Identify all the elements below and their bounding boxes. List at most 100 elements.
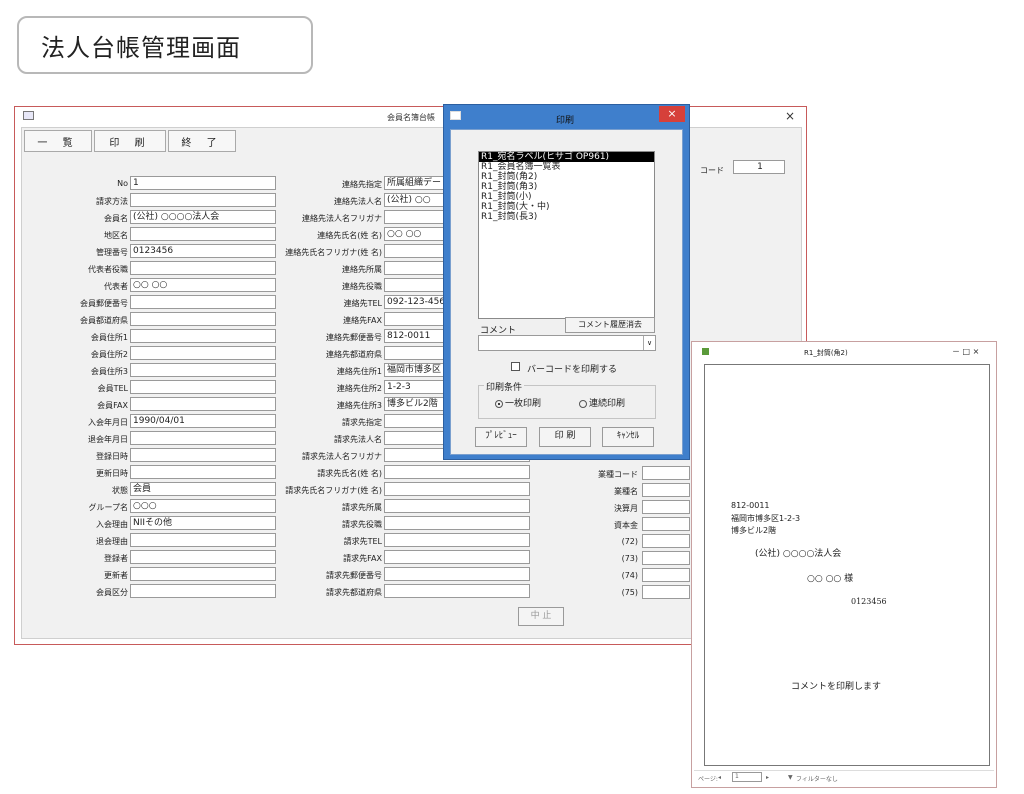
left-field-label: 代表者役職 xyxy=(88,265,128,274)
mid-field-input[interactable] xyxy=(384,567,530,581)
chevron-down-icon[interactable]: ∨ xyxy=(643,336,655,350)
left-field-input[interactable] xyxy=(130,584,276,598)
left-field-input[interactable] xyxy=(130,363,276,377)
left-field-input[interactable] xyxy=(130,227,276,241)
report-list-item[interactable]: R1_封筒(角2) xyxy=(479,172,654,182)
mid-field-label: 請求先法人名フリガナ xyxy=(302,452,382,461)
left-field-input[interactable] xyxy=(130,431,276,445)
right-field-input[interactable] xyxy=(642,517,690,531)
radio-icon xyxy=(579,399,587,408)
left-field-input[interactable] xyxy=(130,397,276,411)
code-label: コード xyxy=(700,166,724,175)
mid-field-input[interactable] xyxy=(384,482,530,496)
left-field-input[interactable] xyxy=(130,329,276,343)
left-field-label: No xyxy=(117,179,128,188)
page-number-field[interactable]: 1 xyxy=(732,772,762,782)
preview-button[interactable]: ﾌﾟﾚﾋﾞｭｰ xyxy=(475,427,527,447)
mid-field-label: 請求先TEL xyxy=(343,537,382,546)
list-button[interactable]: 一 覧 xyxy=(24,130,92,152)
comment-history-button[interactable]: コメント履歴消去 xyxy=(565,317,655,333)
print-condition-label: 印刷条件 xyxy=(484,380,525,393)
left-field-input[interactable] xyxy=(130,312,276,326)
left-field-input[interactable]: NIIその他 xyxy=(130,516,276,530)
dialog-print-button[interactable]: 印 刷 xyxy=(539,427,591,447)
mid-field-input[interactable] xyxy=(384,584,530,598)
left-field-input[interactable]: ○○○ xyxy=(130,499,276,513)
mid-field-label: 連絡先TEL xyxy=(343,299,382,308)
mid-field-label: 請求先所属 xyxy=(342,503,382,512)
left-field-label: 代表者 xyxy=(104,282,128,291)
mid-field-input[interactable] xyxy=(384,533,530,547)
option-single[interactable]: 一枚印刷 xyxy=(495,396,541,409)
left-field-input[interactable]: 会員 xyxy=(130,482,276,496)
left-field-input[interactable]: (公社) ○○○○法人会 xyxy=(130,210,276,224)
left-field-input[interactable] xyxy=(130,567,276,581)
left-field-label: グループ名 xyxy=(88,503,128,512)
left-field-input[interactable] xyxy=(130,550,276,564)
option-continuous[interactable]: 連続印刷 xyxy=(579,396,625,409)
right-field-input[interactable] xyxy=(642,483,690,497)
report-list-item[interactable]: R1_封筒(小) xyxy=(479,192,654,202)
mid-field-label: 連絡先住所2 xyxy=(336,384,382,393)
report-listbox[interactable]: R1_宛名ラベル(ヒサゴ OP961) R1_会員名簿一覧表 R1_封筒(角2) R1… xyxy=(478,151,655,319)
envelope-address-2: 博多ビル2階 xyxy=(731,526,777,535)
left-field-input[interactable] xyxy=(130,465,276,479)
left-field-input[interactable] xyxy=(130,346,276,360)
right-field-input[interactable] xyxy=(642,585,690,599)
right-field-input[interactable] xyxy=(642,534,690,548)
mid-field-label: 連絡先所属 xyxy=(342,265,382,274)
report-list-item[interactable]: R1_宛名ラベル(ヒサゴ OP961) xyxy=(479,152,654,162)
filter-icon: ▼ xyxy=(788,774,793,781)
left-field-label: 地区名 xyxy=(104,231,128,240)
exit-button[interactable]: 終 了 xyxy=(168,130,236,152)
mid-field-input[interactable] xyxy=(384,499,530,513)
print-dialog-titlebar: 印刷 × xyxy=(444,105,689,129)
mid-field-input[interactable] xyxy=(384,550,530,564)
right-field-input[interactable] xyxy=(642,466,690,480)
next-page-icon[interactable]: ▸ xyxy=(766,774,769,781)
report-list-item[interactable]: R1_封筒(長3) xyxy=(479,212,654,222)
left-field-input[interactable] xyxy=(130,261,276,275)
left-field-input[interactable] xyxy=(130,193,276,207)
report-list-item[interactable]: R1_封筒(大・中) xyxy=(479,202,654,212)
left-field-label: 会員都道府県 xyxy=(80,316,128,325)
left-field-label: 会員FAX xyxy=(97,401,128,410)
mid-field-label: 請求先法人名 xyxy=(334,435,382,444)
left-field-input[interactable] xyxy=(130,295,276,309)
option-single-label: 一枚印刷 xyxy=(505,399,542,409)
mid-field-label: 請求先郵便番号 xyxy=(326,571,382,580)
left-field-label: 会員名 xyxy=(104,214,128,223)
left-field-label: 請求方法 xyxy=(96,197,128,206)
left-field-input[interactable] xyxy=(130,448,276,462)
mid-field-input[interactable] xyxy=(384,465,530,479)
report-list-item[interactable]: R1_封筒(角3) xyxy=(479,182,654,192)
left-field-input[interactable]: ○○ ○○ xyxy=(130,278,276,292)
right-field-label: 決算月 xyxy=(614,504,638,513)
right-field-input[interactable] xyxy=(642,500,690,514)
right-field-input[interactable] xyxy=(642,551,690,565)
dialog-close-icon[interactable]: × xyxy=(659,106,685,122)
print-button[interactable]: 印 刷 xyxy=(94,130,166,152)
stop-button[interactable]: 中 止 xyxy=(518,607,564,626)
cancel-button[interactable]: ｷｬﾝｾﾙ xyxy=(602,427,654,447)
page-label: ページ: xyxy=(698,776,718,783)
left-field-input[interactable]: 0123456 xyxy=(130,244,276,258)
mid-field-input[interactable] xyxy=(384,516,530,530)
left-field-input[interactable]: 1 xyxy=(130,176,276,190)
barcode-label: バーコードを印刷する xyxy=(527,365,618,375)
envelope-zip: 812-0011 xyxy=(731,501,770,510)
left-field-input[interactable] xyxy=(130,533,276,547)
barcode-checkbox[interactable] xyxy=(511,362,520,371)
left-field-input[interactable]: 1990/04/01 xyxy=(130,414,276,428)
comment-select[interactable] xyxy=(478,335,656,351)
code-field[interactable]: 1 xyxy=(733,160,785,174)
print-dialog: 印刷 × R1_宛名ラベル(ヒサゴ OP961) R1_会員名簿一覧表 R1_封筒(… xyxy=(443,104,690,460)
mid-field-label: 請求先氏名フリガナ(姓 名) xyxy=(285,486,382,495)
mid-field-label: 請求先FAX xyxy=(343,554,382,563)
report-list-item[interactable]: R1_会員名簿一覧表 xyxy=(479,162,654,172)
window-controls-icon[interactable]: － □ × xyxy=(952,346,979,357)
right-field-input[interactable] xyxy=(642,568,690,582)
first-page-icon[interactable]: ◂ xyxy=(718,774,721,781)
left-field-input[interactable] xyxy=(130,380,276,394)
main-close-icon[interactable]: × xyxy=(785,109,795,123)
